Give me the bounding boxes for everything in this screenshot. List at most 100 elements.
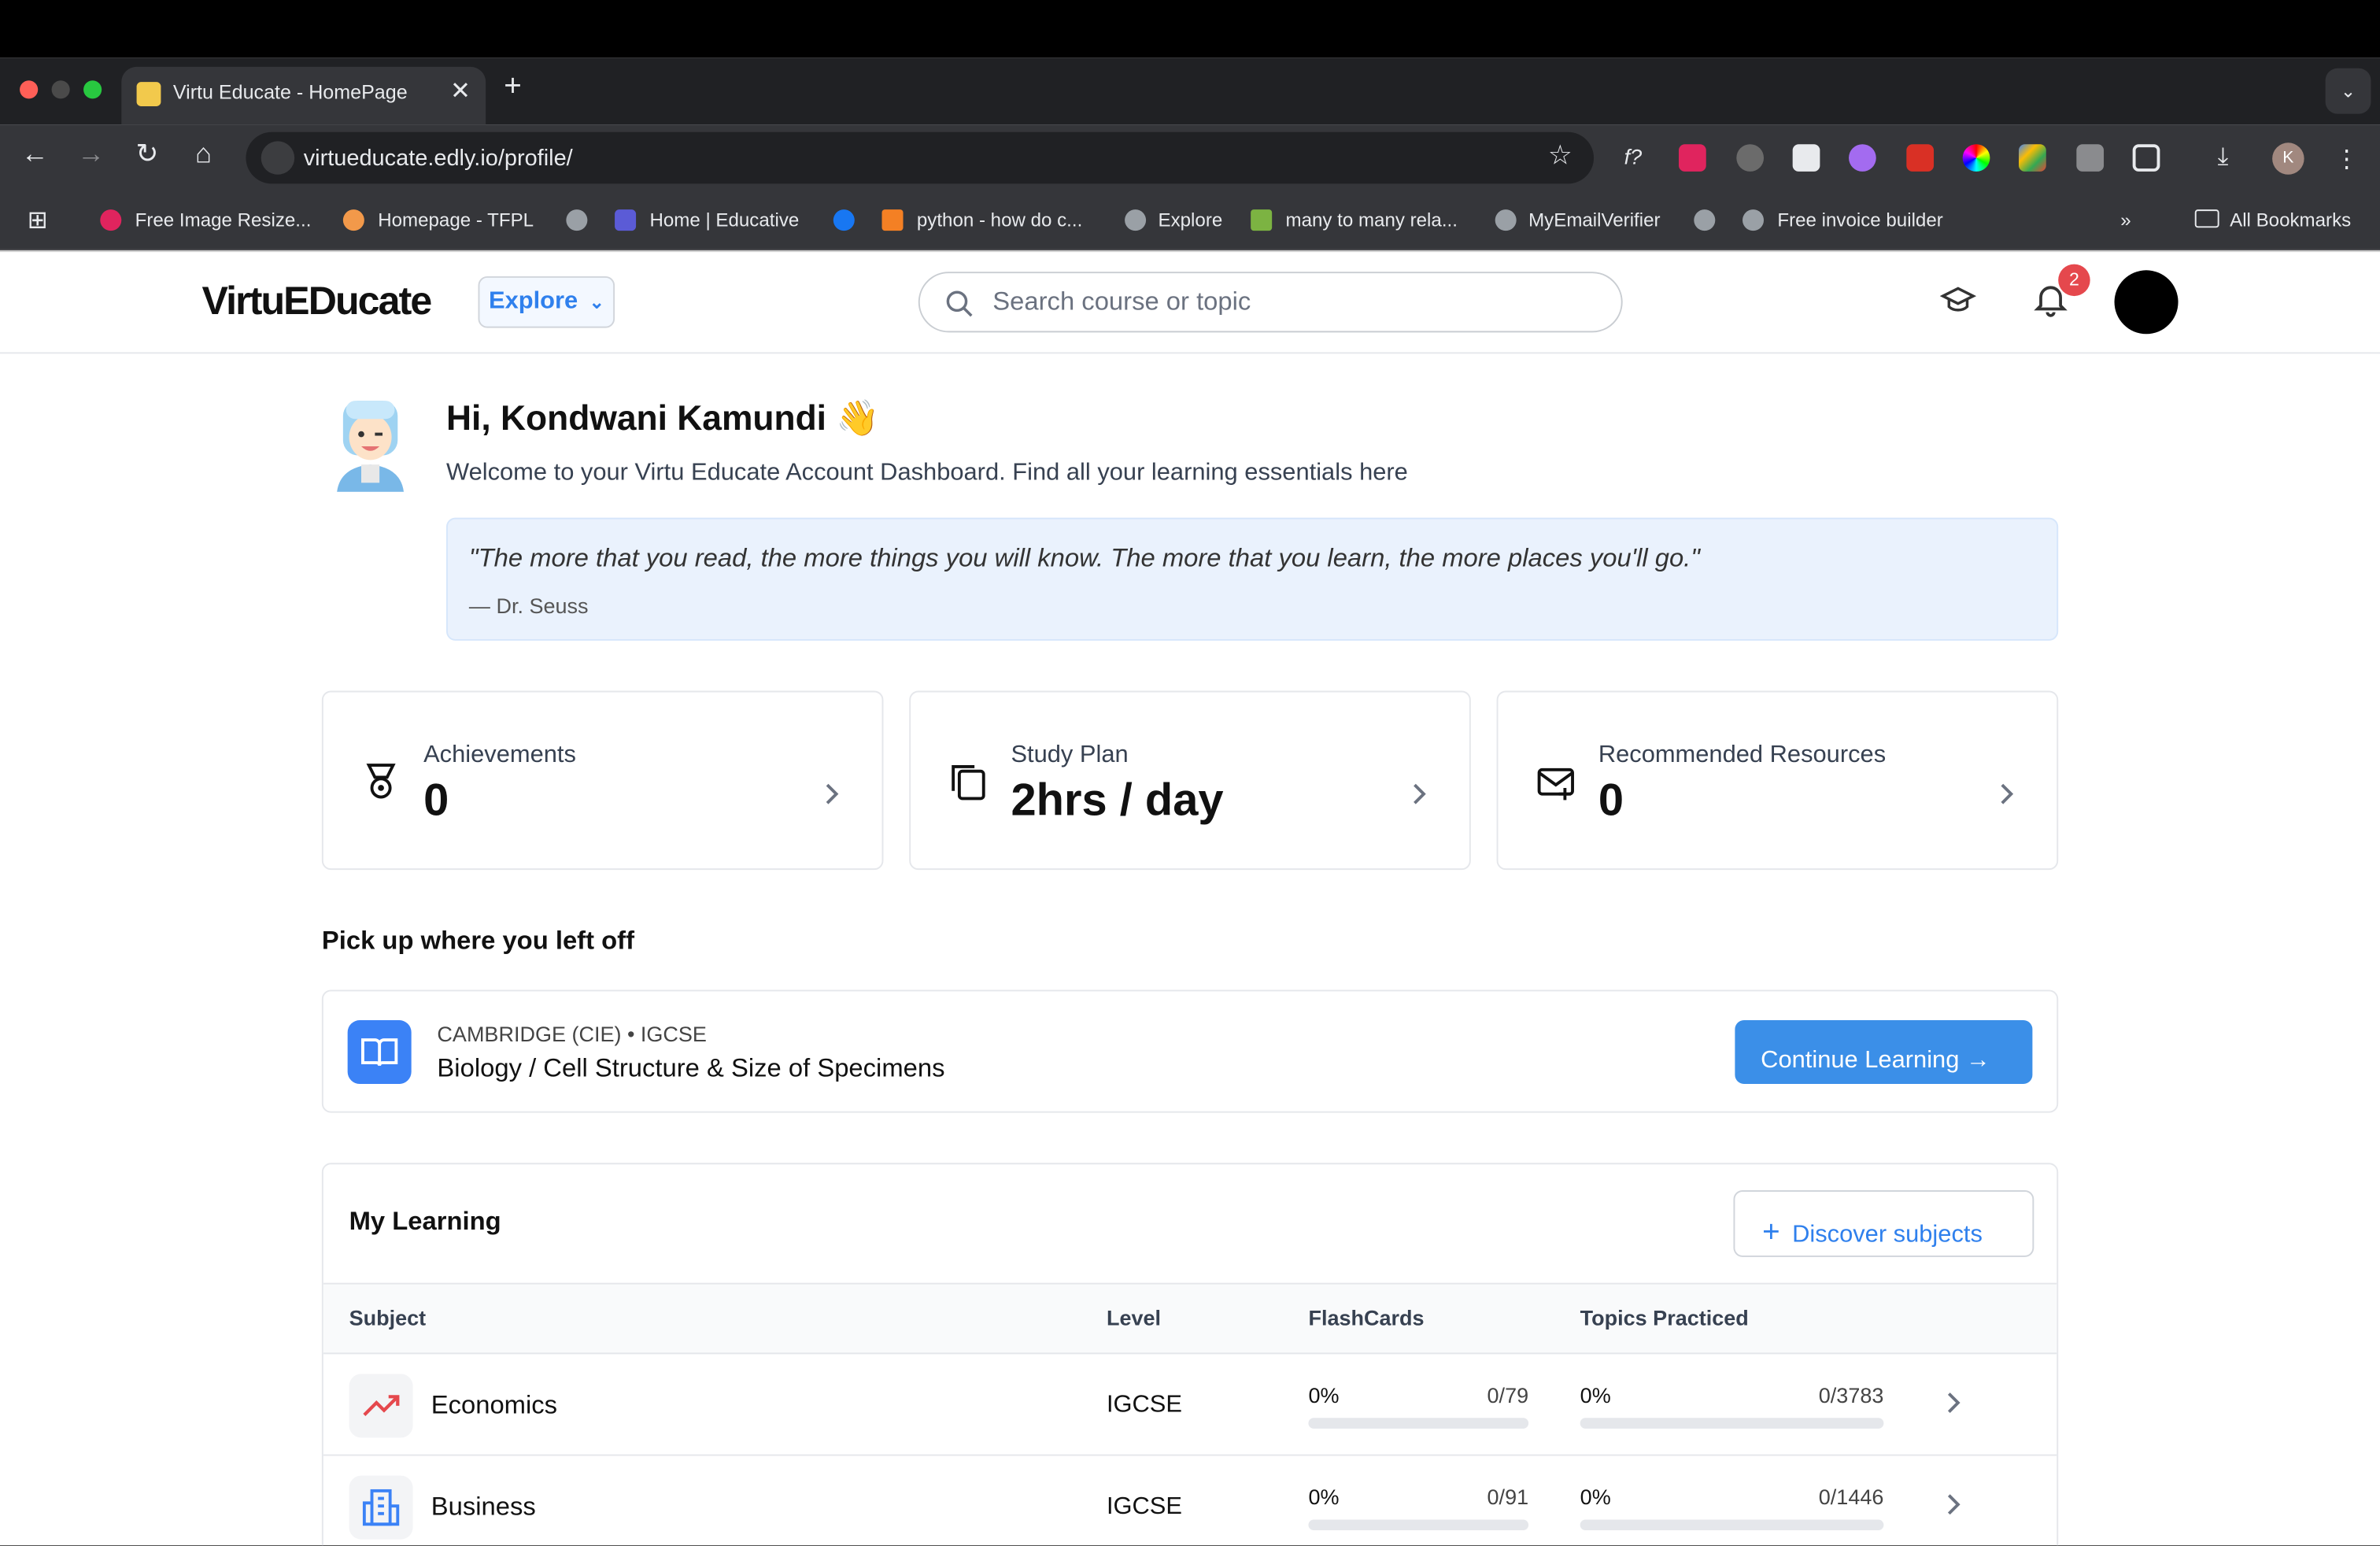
table-header: Subject Level FlashCards Topics Practice… [323, 1282, 2057, 1355]
forward-button[interactable]: → [72, 139, 111, 171]
achievements-card[interactable]: Achievements 0 [321, 690, 884, 871]
home-button[interactable]: ⌂ [183, 139, 223, 171]
topics-count: 0/1446 [1818, 1485, 1884, 1510]
quote-box: "The more that you read, the more things… [446, 517, 2059, 641]
all-bookmarks-link[interactable]: All Bookmarks [2230, 209, 2351, 231]
bookmark-item[interactable]: many to many rela... [1286, 209, 1458, 231]
bookmark-item[interactable]: python - how do c... [917, 209, 1082, 231]
stat-value: 0 [1598, 775, 1624, 827]
back-button[interactable]: ← [15, 139, 54, 171]
explore-dropdown[interactable]: Explore ⌄ [478, 276, 615, 328]
bookmark-star-icon[interactable]: ☆ [1548, 139, 1572, 172]
reload-button[interactable]: ↻ [128, 139, 167, 171]
globe-icon [1125, 209, 1147, 231]
extension-icon[interactable] [1906, 144, 1935, 172]
table-row[interactable]: Economics IGCSE 0% 0/79 0% 0/3783 [323, 1354, 2057, 1456]
extension-icon[interactable] [1849, 144, 1876, 172]
pocket-extension-icon[interactable] [1679, 144, 1706, 172]
bookmark-favicon-icon [342, 209, 364, 231]
chevron-right-icon[interactable] [1943, 1393, 1964, 1414]
stackoverflow-icon [881, 209, 904, 231]
topics-count: 0/3783 [1818, 1382, 1884, 1407]
recommended-resources-card[interactable]: Recommended Resources 0 [1496, 690, 2059, 871]
download-icon[interactable]: ⤓ [2218, 144, 2245, 172]
course-topic[interactable]: Biology / Cell Structure & Size of Speci… [437, 1053, 944, 1084]
study-plan-card[interactable]: Study Plan 2hrs / day [909, 690, 1471, 871]
browser-menu-icon[interactable]: ⋮ [2334, 144, 2362, 173]
apps-grid-icon[interactable]: ⊞ [28, 205, 48, 235]
subject-name: Economics [431, 1390, 558, 1420]
bookmark-item[interactable]: Explore [1159, 209, 1223, 231]
globe-icon [566, 209, 588, 231]
chevron-right-icon [2001, 783, 2014, 804]
site-favicon-icon [136, 82, 161, 107]
stat-label: Achievements [423, 742, 576, 768]
topics-percent: 0% [1580, 1382, 1611, 1407]
welcome-text: Welcome to your Virtu Educate Account Da… [446, 460, 1408, 486]
site-settings-icon[interactable] [261, 141, 295, 175]
maximize-window-button[interactable] [83, 80, 102, 99]
column-header: Level [1106, 1305, 1162, 1330]
subject-level: IGCSE [1106, 1493, 1182, 1520]
site-logo[interactable]: VirtuEDucate [202, 278, 433, 325]
stat-label: Study Plan [1011, 742, 1129, 768]
extensions-puzzle-icon[interactable] [2132, 144, 2160, 172]
flashcards-percent: 0% [1308, 1382, 1340, 1407]
graduation-cap-icon[interactable] [1939, 283, 1977, 319]
color-picker-extension-icon[interactable] [1962, 144, 1990, 172]
close-window-button[interactable] [20, 80, 39, 99]
globe-icon[interactable] [1694, 209, 1716, 231]
chevron-right-icon [826, 783, 839, 804]
discover-subjects-label: Discover subjects [1792, 1221, 1983, 1248]
facebook-icon[interactable] [833, 209, 855, 231]
notification-badge: 2 [2058, 264, 2090, 297]
folder-icon [2194, 209, 2219, 228]
quote-author: — Dr. Seuss [468, 594, 589, 618]
topics-progress-bar [1580, 1418, 1884, 1429]
subject-level: IGCSE [1106, 1392, 1182, 1418]
browser-tab[interactable]: Virtu Educate - HomePage ✕ [121, 66, 486, 125]
trending-up-icon [349, 1374, 413, 1438]
quote-text: "The more that you read, the more things… [468, 543, 1700, 573]
extension-icon[interactable] [2076, 144, 2105, 172]
close-tab-icon[interactable]: ✕ [450, 76, 471, 106]
bookmark-favicon-icon [1251, 209, 1273, 231]
plus-icon: + [1762, 1215, 1780, 1249]
bookmark-item[interactable]: Home | Educative [649, 209, 799, 231]
mac-menu-bar [0, 0, 2380, 58]
url-text: virtueducate.edly.io/profile/ [303, 146, 573, 172]
course-meta: CAMBRIDGE (CIE) • IGCSE [437, 1021, 707, 1046]
bookmark-item[interactable]: Free Image Resize... [135, 209, 312, 231]
column-header: FlashCards [1308, 1305, 1425, 1330]
stat-value: 2hrs / day [1011, 775, 1224, 827]
search-input[interactable] [992, 285, 1570, 320]
formula-extension-icon[interactable]: f? [1624, 144, 1652, 172]
pickup-card: CAMBRIDGE (CIE) • IGCSE Biology / Cell S… [321, 989, 2059, 1113]
profile-avatar[interactable]: K [2272, 142, 2304, 175]
user-avatar[interactable] [2114, 270, 2179, 335]
tab-title: Virtu Educate - HomePage [172, 80, 408, 104]
address-bar[interactable]: virtueducate.edly.io/profile/ ☆ [246, 131, 1595, 184]
stat-value: 0 [423, 775, 449, 827]
bookmark-item[interactable]: Free invoice builder [1777, 209, 1942, 231]
new-tab-button[interactable]: + [504, 70, 522, 105]
extension-icon[interactable] [1792, 144, 1820, 172]
column-header: Topics Practiced [1580, 1305, 1749, 1330]
search-box[interactable] [918, 272, 1623, 333]
extension-icon[interactable] [1736, 144, 1765, 172]
chevron-right-icon[interactable] [1943, 1494, 1964, 1515]
bookmark-item[interactable]: MyEmailVerifier [1528, 209, 1660, 231]
tab-search-button[interactable]: ⌄ [2325, 68, 2371, 114]
user-cartoon-avatar [337, 401, 405, 492]
more-bookmarks-icon[interactable]: » [2120, 209, 2131, 231]
extension-icon[interactable] [2019, 144, 2046, 172]
table-row[interactable]: Business IGCSE 0% 0/91 0% 0/1446 [323, 1456, 2057, 1546]
bookmark-item[interactable]: Homepage - TFPL [378, 209, 534, 231]
continue-learning-button[interactable]: Continue Learning → [1735, 1020, 2033, 1085]
copy-icon [952, 765, 985, 801]
globe-icon [1743, 209, 1765, 231]
minimize-window-button[interactable] [51, 80, 70, 99]
screen: Virtu Educate - HomePage ✕ + ⌄ ← → ↻ ⌂ v… [0, 0, 2380, 1546]
flashcards-count: 0/91 [1487, 1485, 1529, 1510]
discover-subjects-button[interactable]: + Discover subjects [1733, 1190, 2034, 1257]
